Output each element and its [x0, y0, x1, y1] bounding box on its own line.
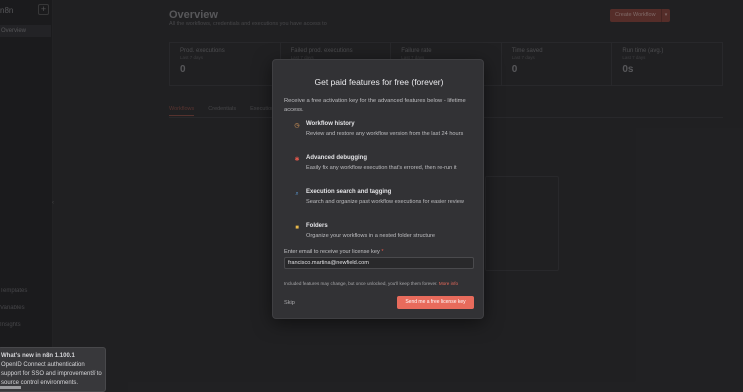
search-tag-icon: ⌕ [295, 191, 299, 197]
feature-desc: Search and organize past workflow execut… [306, 199, 464, 205]
skip-button[interactable]: Skip [284, 300, 295, 306]
feature-title: Folders [306, 223, 328, 229]
release-notes-toast[interactable]: What's new in n8n 1.100.1 OpenID Connect… [0, 347, 106, 392]
required-marker: * [381, 249, 384, 255]
more-info-link[interactable]: More info [439, 281, 458, 286]
toast-progress [0, 386, 21, 389]
modal-title: Get paid features for free (forever) [314, 77, 444, 87]
bug-icon: ✱ [294, 157, 300, 163]
email-label-text: Enter email to receive your license key [284, 249, 380, 255]
feature-title: Workflow history [306, 121, 355, 127]
toast-title: What's new in n8n 1.100.1 [1, 353, 75, 359]
paid-features-modal: Get paid features for free (forever) Rec… [272, 59, 484, 319]
note-text: Included features may change, but once u… [284, 281, 438, 286]
toast-text: support for SSO and improvements to [1, 371, 102, 377]
features-note: Included features may change, but once u… [284, 281, 458, 286]
feature-desc: Organize your workflows in a nested fold… [306, 233, 436, 239]
folder-icon: ■ [295, 225, 299, 231]
feature-desc: Review and restore any workflow version … [306, 131, 464, 137]
feature-title: Execution search and tagging [306, 189, 392, 195]
feature-title: Advanced debugging [306, 155, 368, 161]
close-icon[interactable]: × [92, 369, 96, 376]
send-license-key-button[interactable]: Send me a free license key [397, 296, 474, 309]
email-field[interactable] [284, 257, 474, 269]
email-label: Enter email to receive your license key … [284, 249, 384, 255]
toast-text: OpenID Connect authentication [1, 362, 85, 368]
modal-intro: Receive a free activation key for the ad… [284, 98, 466, 113]
history-icon: ◷ [294, 123, 300, 129]
feature-desc: Easily fix any workflow execution that's… [306, 165, 457, 171]
